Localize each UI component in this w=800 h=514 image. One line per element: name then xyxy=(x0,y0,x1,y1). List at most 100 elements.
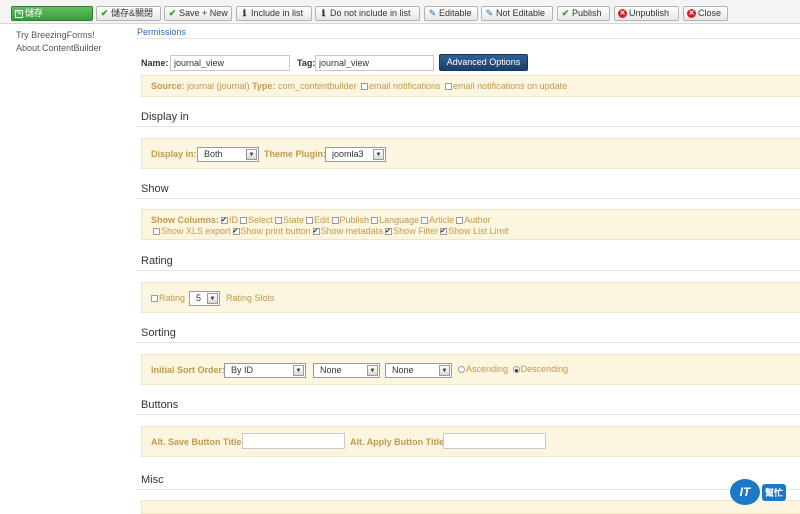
show-show-print-button-label: Show print button xyxy=(240,226,311,236)
show-show-filter-checkbox[interactable] xyxy=(385,226,393,237)
type-label: Type: xyxy=(252,81,276,91)
show-edit-checkbox[interactable] xyxy=(306,217,314,224)
theme-plugin-select[interactable]: joomla3 ▼ xyxy=(325,147,386,162)
alt-apply-title-input[interactable] xyxy=(443,433,546,449)
email-notifications-checkbox[interactable] xyxy=(361,83,369,90)
save-new-button[interactable]: ✔ Save + New xyxy=(164,6,232,21)
publish-label: Publish xyxy=(572,8,602,18)
show-author-checkbox[interactable] xyxy=(456,217,464,224)
sort-order-1-value: By ID xyxy=(231,365,254,375)
alt-apply-title-label: Alt. Apply Button Title: xyxy=(350,437,447,447)
edit-icon: ✎ xyxy=(485,8,494,18)
tag-label: Tag: xyxy=(297,58,316,68)
section-divider xyxy=(137,126,800,127)
info-icon: ℹ xyxy=(242,8,247,18)
show-options-row: Show XLS export Show print button Show met… xyxy=(151,226,800,237)
advanced-options-button[interactable]: Advanced Options xyxy=(439,54,528,71)
show-columns-row: Show Columns: ID Select State Edit Publish Lan… xyxy=(151,215,800,226)
sidebar: Try BreezingForms! About ContentBuilder xyxy=(16,29,102,55)
rating-option: Rating xyxy=(149,293,185,303)
edit-icon: ✎ xyxy=(15,9,23,18)
check-icon: ✔ xyxy=(168,8,177,18)
rating-checkbox[interactable] xyxy=(151,295,158,302)
include-in-list-button[interactable]: ℹ Include in list xyxy=(236,6,312,21)
ascending-radio[interactable] xyxy=(458,366,465,373)
include-in-list-label: Include in list xyxy=(251,8,304,18)
unpublish-button[interactable]: ✕ Unpublish xyxy=(614,6,679,21)
publish-button[interactable]: ✔ Publish xyxy=(557,6,610,21)
edit-icon: ✎ xyxy=(428,8,437,18)
show-show-xls-export-label: Show XLS export xyxy=(161,226,231,236)
sort-order-3-select[interactable]: None ▼ xyxy=(385,363,452,378)
email-notifications-update-label: email notifications on update xyxy=(453,81,568,91)
show-show-list-limit-checkbox[interactable] xyxy=(440,226,448,237)
not-include-in-list-button[interactable]: ℹ Do not include in list xyxy=(315,6,420,21)
display-in-select[interactable]: Both ▼ xyxy=(197,147,259,162)
display-in-panel: Display in: Both ▼ Theme Plugin: joomla3… xyxy=(141,138,800,169)
show-show-print-button-checkbox[interactable] xyxy=(232,226,240,237)
display-in-label: Display in: xyxy=(151,149,197,159)
sidebar-item-about-contentbuilder[interactable]: About ContentBuilder xyxy=(16,42,102,55)
check-icon: ✔ xyxy=(561,8,570,18)
rating-slots-value: 5 xyxy=(196,293,202,303)
chevron-down-icon: ▼ xyxy=(293,365,304,376)
sorting-panel: Initial Sort Order: By ID ▼ None ▼ None … xyxy=(141,354,800,385)
type-value: com_contentbuilder xyxy=(277,81,357,91)
section-divider xyxy=(137,342,800,343)
not-editable-label: Not Editable xyxy=(496,8,546,18)
it-logo-text: 幫忙 xyxy=(762,483,787,501)
rating-slots-label: Rating Slots xyxy=(226,293,275,303)
descending-radio[interactable] xyxy=(512,366,520,373)
advanced-options-label: Advanced Options xyxy=(446,57,521,67)
toolbar: ✎ 儲存 ✔ 儲存&關閉 ✔ Save + New ℹ Include in l… xyxy=(0,0,800,24)
show-publish-checkbox[interactable] xyxy=(331,217,339,224)
chevron-down-icon: ▼ xyxy=(246,149,257,160)
check-icon: ✔ xyxy=(100,8,109,18)
sort-direction-group: Ascending Descending xyxy=(456,364,568,374)
unpublish-label: Unpublish xyxy=(629,8,670,18)
save-close-button[interactable]: ✔ 儲存&關閉 xyxy=(96,6,161,21)
theme-plugin-value: joomla3 xyxy=(332,149,364,159)
sort-order-1-select[interactable]: By ID ▼ xyxy=(224,363,306,378)
alt-save-title-label: Alt. Save Button Title: xyxy=(151,437,245,447)
sidebar-item-try-breezingforms[interactable]: Try BreezingForms! xyxy=(16,29,102,42)
close-button[interactable]: ✕ Close xyxy=(683,6,728,21)
section-title-rating: Rating xyxy=(141,255,173,267)
initial-sort-label: Initial Sort Order: xyxy=(151,365,226,375)
not-editable-button[interactable]: ✎ Not Editable xyxy=(481,6,553,21)
theme-plugin-label: Theme Plugin: xyxy=(264,149,327,159)
sort-order-2-select[interactable]: None ▼ xyxy=(313,363,380,378)
email-notifications-label: email notifications xyxy=(369,81,441,91)
show-article-checkbox[interactable] xyxy=(421,217,429,224)
save-button[interactable]: ✎ 儲存 xyxy=(11,6,93,21)
show-show-xls-export-checkbox[interactable] xyxy=(153,228,160,235)
close-icon: ✕ xyxy=(687,9,696,18)
chevron-down-icon: ▼ xyxy=(367,365,378,376)
show-panel: Show Columns: ID Select State Edit Publish Lan… xyxy=(141,209,800,240)
source-label: Source: xyxy=(151,81,185,91)
save-new-label: Save + New xyxy=(179,8,228,18)
email-notifications-update-checkbox[interactable] xyxy=(445,83,453,90)
show-show-metadata-checkbox[interactable] xyxy=(312,226,320,237)
not-include-in-list-label: Do not include in list xyxy=(330,8,411,18)
save-button-label: 儲存 xyxy=(25,8,44,18)
rating-slots-select[interactable]: 5 ▼ xyxy=(189,291,220,306)
section-divider xyxy=(137,489,800,490)
editable-button[interactable]: ✎ Editable xyxy=(424,6,478,21)
alt-save-title-input[interactable] xyxy=(242,433,345,449)
section-title-show: Show xyxy=(141,183,169,195)
source-value: journal (journal) xyxy=(187,81,250,91)
name-input[interactable] xyxy=(170,55,290,71)
show-state-checkbox[interactable] xyxy=(275,217,283,224)
descending-label: Descending xyxy=(520,364,569,374)
tag-input[interactable] xyxy=(315,55,434,71)
section-title-sorting: Sorting xyxy=(141,327,176,339)
chevron-down-icon: ▼ xyxy=(439,365,450,376)
show-language-checkbox[interactable] xyxy=(371,217,379,224)
tab-permissions[interactable]: Permissions xyxy=(137,27,186,37)
source-panel: Source: journal (journal) Type: com_cont… xyxy=(141,75,800,97)
show-id-checkbox[interactable] xyxy=(221,215,228,226)
chevron-down-icon: ▼ xyxy=(207,293,218,304)
show-select-checkbox[interactable] xyxy=(240,217,247,224)
section-title-misc: Misc xyxy=(141,474,164,486)
